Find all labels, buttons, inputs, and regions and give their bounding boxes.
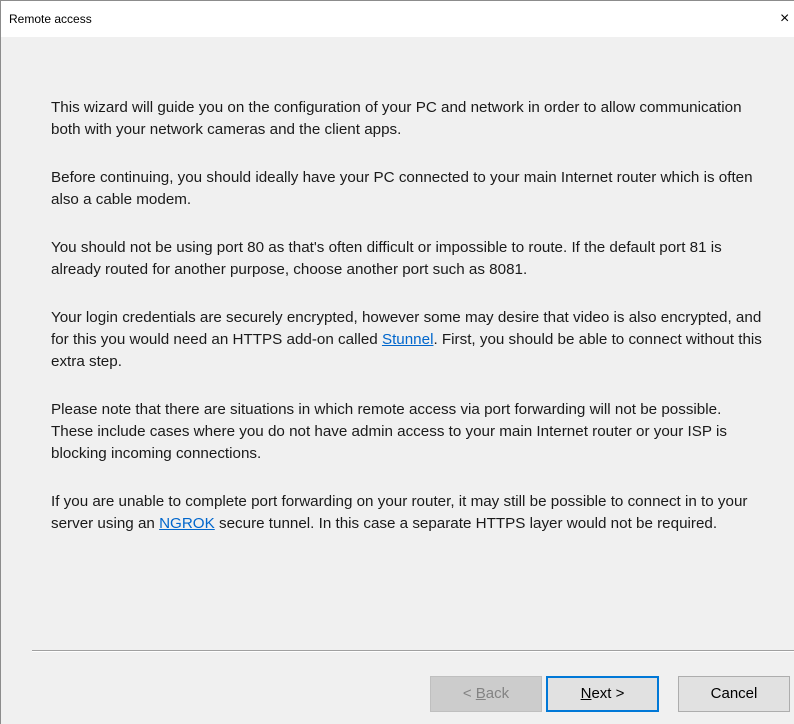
ngrok-text-after: secure tunnel. In this case a separate H… [214,515,718,532]
close-icon[interactable]: × [780,9,794,29]
port-paragraph: You should not be using port 80 as that'… [51,239,722,278]
title-bar: Remote access × [1,1,794,37]
stunnel-link[interactable]: Stunnel [382,331,434,348]
back-mnemonic: B [475,685,486,702]
window-title: Remote access [9,12,92,26]
back-label: ack [485,685,510,702]
footer-separator [32,650,794,652]
next-button[interactable]: Next > [546,676,659,712]
cancel-button[interactable]: Cancel [678,676,790,712]
router-paragraph: Before continuing, you should ideally ha… [51,169,753,208]
back-button[interactable]: < Back [430,676,542,712]
back-prefix: < [462,685,476,702]
next-label: ext > [591,685,625,702]
port-forwarding-note: Please note that there are situations in… [51,401,727,462]
next-mnemonic: N [580,685,592,702]
remote-access-dialog: Remote access × This wizard will guide y… [0,0,794,724]
ngrok-paragraph: If you are unable to complete port forwa… [51,491,766,535]
ngrok-link[interactable]: NGROK [159,515,215,532]
encryption-paragraph: Your login credentials are securely encr… [51,307,766,373]
intro-paragraph: This wizard will guide you on the config… [51,99,742,138]
